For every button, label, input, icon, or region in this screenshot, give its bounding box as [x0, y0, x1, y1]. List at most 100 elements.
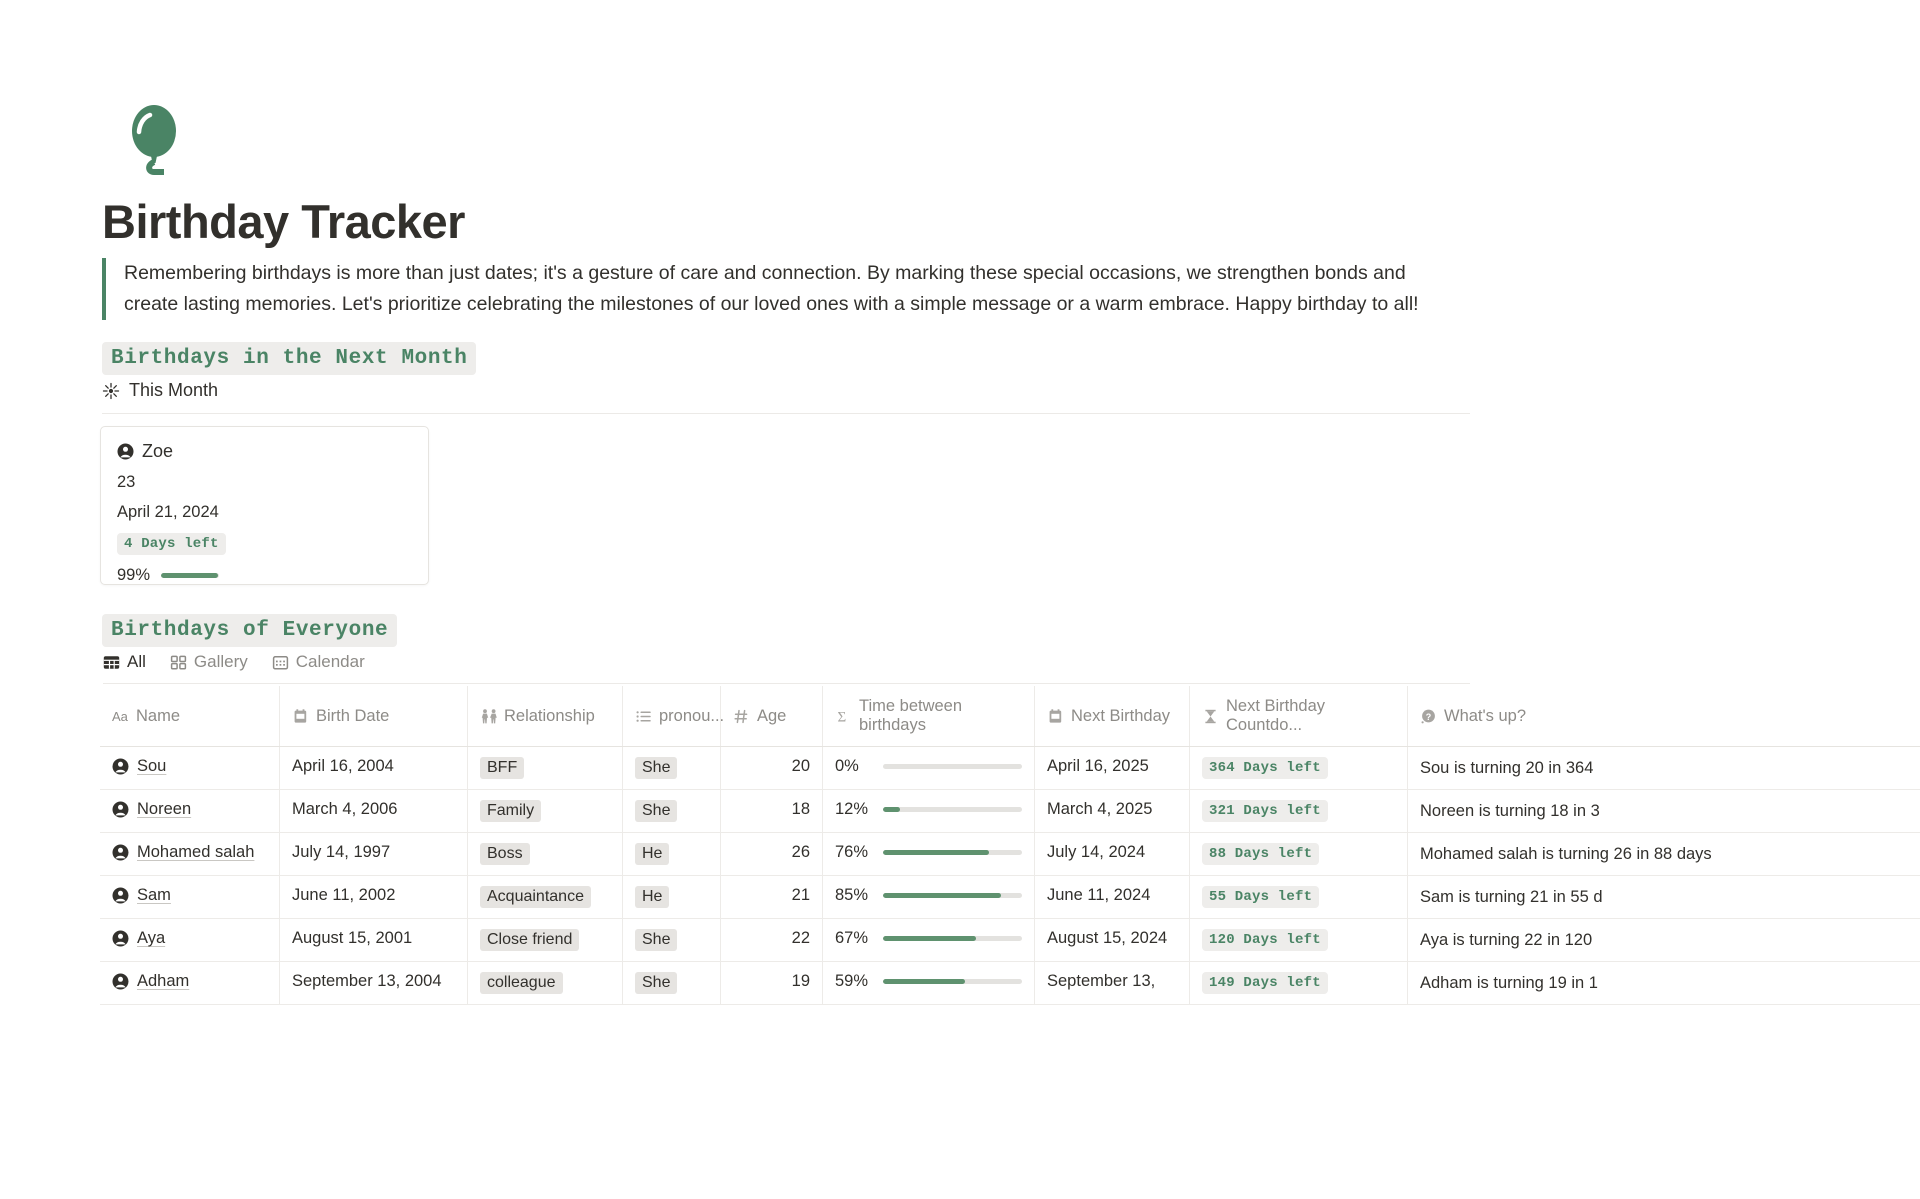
cell-next-birthday[interactable]: June 11, 2024	[1035, 876, 1190, 918]
cell-next-birthday[interactable]: August 15, 2024	[1035, 919, 1190, 961]
cell-pronoun[interactable]: He	[623, 876, 721, 918]
cell-pronoun[interactable]: She	[623, 747, 721, 789]
countdown-badge: 88 Days left	[1202, 843, 1319, 865]
column-label: What's up?	[1444, 707, 1526, 726]
row-birth-date: August 15, 2001	[292, 929, 412, 948]
cell-countdown[interactable]: 88 Days left	[1190, 833, 1408, 875]
cell-relationship[interactable]: Family	[468, 790, 623, 832]
cell-birth-date[interactable]: September 13, 2004	[280, 962, 468, 1004]
row-whats-up: Noreen is turning 18 in 3	[1420, 800, 1600, 822]
tab-gallery[interactable]: Gallery	[170, 652, 248, 674]
hash-icon	[733, 708, 750, 725]
cell-whats-up[interactable]: Sam is turning 21 in 55 d	[1408, 876, 1768, 918]
cell-countdown[interactable]: 120 Days left	[1190, 919, 1408, 961]
cell-name[interactable]: Adham	[100, 962, 280, 1004]
row-age: 18	[792, 800, 810, 819]
cell-whats-up[interactable]: Mohamed salah is turning 26 in 88 days	[1408, 833, 1768, 875]
column-header-name[interactable]: Aa Name	[100, 686, 280, 746]
cell-time-between[interactable]: 0%	[823, 747, 1035, 789]
countdown-badge: 149 Days left	[1202, 972, 1328, 994]
table-row[interactable]: Mohamed salahJuly 14, 1997BossHe2676%Jul…	[100, 833, 1920, 876]
relationship-tag: Acquaintance	[480, 886, 591, 908]
cell-pronoun[interactable]: She	[623, 962, 721, 1004]
cell-next-birthday[interactable]: April 16, 2025	[1035, 747, 1190, 789]
cell-pronoun[interactable]: He	[623, 833, 721, 875]
cell-time-between[interactable]: 85%	[823, 876, 1035, 918]
column-header-birth-date[interactable]: Birth Date	[280, 686, 468, 746]
cell-time-between[interactable]: 12%	[823, 790, 1035, 832]
cell-name[interactable]: Noreen	[100, 790, 280, 832]
cell-whats-up[interactable]: Adham is turning 19 in 1	[1408, 962, 1768, 1004]
cell-whats-up[interactable]: Noreen is turning 18 in 3	[1408, 790, 1768, 832]
card-age: 23	[117, 473, 412, 492]
cell-whats-up[interactable]: Aya is turning 22 in 120	[1408, 919, 1768, 961]
column-header-pronouns[interactable]: pronou...	[623, 686, 721, 746]
cell-countdown[interactable]: 149 Days left	[1190, 962, 1408, 1004]
question-circle-icon: ?	[1420, 708, 1437, 725]
cell-relationship[interactable]: Close friend	[468, 919, 623, 961]
cell-relationship[interactable]: colleague	[468, 962, 623, 1004]
card-name-row: Zoe	[117, 441, 412, 462]
cell-age[interactable]: 22	[721, 919, 823, 961]
section-heading-everyone: Birthdays of Everyone	[102, 614, 397, 647]
cell-name[interactable]: Sam	[100, 876, 280, 918]
row-progress-bar	[883, 936, 1022, 941]
column-header-time-between[interactable]: Σ Time between birthdays	[823, 686, 1035, 746]
cell-age[interactable]: 20	[721, 747, 823, 789]
cell-name[interactable]: Mohamed salah	[100, 833, 280, 875]
table-row[interactable]: Aya August 15, 2001 Close friendShe2267%Au…	[100, 919, 1920, 962]
column-header-next-birthday[interactable]: Next Birthday	[1035, 686, 1190, 746]
person-icon	[112, 758, 129, 775]
cell-birth-date[interactable]: July 14, 1997	[280, 833, 468, 875]
cell-age[interactable]: 26	[721, 833, 823, 875]
column-header-whats-up[interactable]: ? What's up?	[1408, 686, 1768, 746]
row-name: Sam	[137, 886, 171, 905]
tab-all[interactable]: All	[103, 652, 146, 674]
table-row[interactable]: NoreenMarch 4, 2006FamilyShe 18 12%March 4…	[100, 790, 1920, 833]
column-label: Next Birthday	[1071, 707, 1170, 726]
cell-age[interactable]: 19	[721, 962, 823, 1004]
calendar-icon	[272, 654, 289, 671]
table-row[interactable]: Sou April 16, 2004 BFF She200% April 16, 202…	[100, 747, 1920, 790]
column-header-relationship[interactable]: Relationship	[468, 686, 623, 746]
cell-birth-date[interactable]: March 4, 2006	[280, 790, 468, 832]
cell-time-between[interactable]: 76%	[823, 833, 1035, 875]
cell-birth-date[interactable]: April 16, 2004	[280, 747, 468, 789]
row-name: Sou	[137, 757, 166, 776]
cell-relationship[interactable]: Boss	[468, 833, 623, 875]
column-label: Next Birthday Countdo...	[1226, 697, 1395, 735]
cell-next-birthday[interactable]: March 4, 2025	[1035, 790, 1190, 832]
column-header-age[interactable]: Age	[721, 686, 823, 746]
table-row[interactable]: AdhamSeptember 13, 2004colleagueShe1959%…	[100, 962, 1920, 1005]
cell-pronoun[interactable]: She	[623, 919, 721, 961]
cell-time-between[interactable]: 67%	[823, 919, 1035, 961]
cell-countdown[interactable]: 321 Days left	[1190, 790, 1408, 832]
cell-name[interactable]: Sou	[100, 747, 280, 789]
cell-pronoun[interactable]: She	[623, 790, 721, 832]
table-row[interactable]: Sam June 11, 2002 Acquaintance He2185%June …	[100, 876, 1920, 919]
relationship-tag: BFF	[480, 757, 524, 779]
cell-birth-date[interactable]: June 11, 2002	[280, 876, 468, 918]
board-header-label: This Month	[129, 380, 218, 401]
cell-age[interactable]: 18	[721, 790, 823, 832]
cell-next-birthday[interactable]: September 13,	[1035, 962, 1190, 1004]
page-title: Birthday Tracker	[102, 192, 465, 252]
tab-calendar[interactable]: Calendar	[272, 652, 365, 674]
table-header-row: Aa Name Birth Date	[100, 686, 1920, 747]
cell-birth-date[interactable]: August 15, 2001	[280, 919, 468, 961]
cell-next-birthday[interactable]: July 14, 2024	[1035, 833, 1190, 875]
birthday-card-zoe[interactable]: Zoe 23 April 21, 2024 4 Days left 99%	[100, 426, 429, 585]
cell-countdown[interactable]: 55 Days left	[1190, 876, 1408, 918]
cell-age[interactable]: 21	[721, 876, 823, 918]
cell-whats-up[interactable]: Sou is turning 20 in 364	[1408, 747, 1768, 789]
birthday-tracker-page: Birthday Tracker Remembering birthdays i…	[0, 0, 1920, 1199]
cell-countdown[interactable]: 364 Days left	[1190, 747, 1408, 789]
row-next-birthday: April 16, 2025	[1047, 757, 1149, 776]
cell-time-between[interactable]: 59%	[823, 962, 1035, 1004]
column-label: Relationship	[504, 707, 595, 726]
people-icon	[480, 708, 497, 725]
cell-relationship[interactable]: Acquaintance	[468, 876, 623, 918]
column-header-countdown[interactable]: Next Birthday Countdo...	[1190, 686, 1408, 746]
cell-relationship[interactable]: BFF	[468, 747, 623, 789]
cell-name[interactable]: Aya	[100, 919, 280, 961]
